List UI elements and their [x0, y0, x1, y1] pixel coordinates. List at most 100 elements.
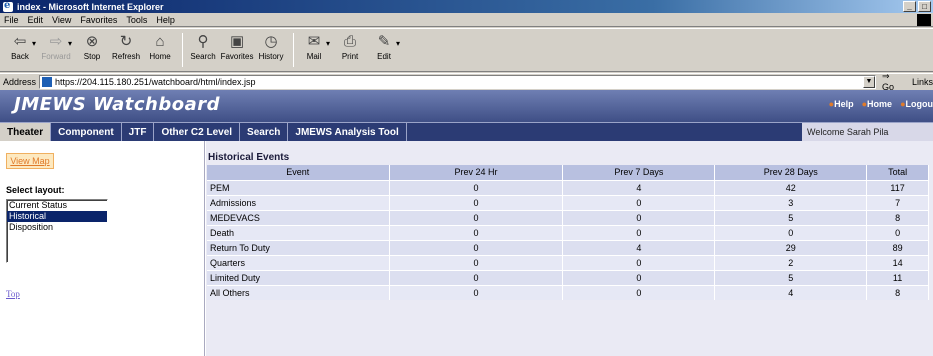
column-header: Prev 24 Hr: [389, 165, 564, 180]
table-cell: Limited Duty: [207, 269, 390, 285]
table-row: MEDEVACS 0 0 5 8: [207, 209, 929, 225]
table-cell: 0: [389, 179, 564, 195]
address-dropdown-icon[interactable]: ▼: [863, 75, 875, 88]
print-button[interactable]: ⎙ Print: [334, 33, 366, 61]
app-banner: JMEWS Watchboard Help Home Logou: [0, 90, 933, 122]
page-content: JMEWS Watchboard Help Home Logou Theater…: [0, 90, 933, 356]
table-row: Return To Duty 0 4 29 89: [207, 239, 929, 255]
home-button[interactable]: ⌂ Home: [144, 33, 176, 61]
mail-dropdown-icon[interactable]: ▾: [326, 39, 330, 48]
home-link[interactable]: Home: [862, 99, 892, 109]
window-title-bar: index - Microsoft Internet Explorer _ □: [0, 0, 933, 13]
welcome-message: Welcome Sarah Pila: [802, 123, 933, 141]
column-header: Total: [866, 165, 929, 180]
address-input[interactable]: https://204.115.180.251/watchboard/html/…: [39, 74, 876, 89]
table-cell: 5: [714, 209, 868, 225]
browser-toolbar: ⇦ Back ▾ ⇨ Forward ▾ ⊗ Stop ↻ Refresh ⌂ …: [0, 28, 933, 72]
table-cell: Quarters: [207, 254, 390, 270]
forward-dropdown-icon[interactable]: ▾: [68, 39, 72, 48]
sidebar: View Map Select layout: Current Status H…: [0, 141, 205, 356]
table-row: All Others 0 0 4 8: [207, 284, 929, 300]
menu-tools[interactable]: Tools: [126, 15, 147, 25]
history-button[interactable]: ◷ History: [255, 33, 287, 61]
table-cell: 3: [714, 194, 868, 210]
address-url: https://204.115.180.251/watchboard/html/…: [55, 76, 256, 87]
menu-edit[interactable]: Edit: [28, 15, 44, 25]
column-header: Prev 7 Days: [562, 165, 716, 180]
app-brand: JMEWS Watchboard: [14, 94, 221, 115]
links-button[interactable]: Links: [912, 77, 933, 87]
column-header: Prev 28 Days: [714, 165, 868, 180]
layout-option-disposition[interactable]: Disposition: [7, 222, 107, 233]
table-cell: Admissions: [207, 194, 390, 210]
home-icon: ⌂: [155, 33, 165, 50]
history-icon: ◷: [264, 33, 278, 50]
table-row: PEM 0 4 42 117: [207, 179, 929, 195]
logout-link[interactable]: Logou: [900, 99, 933, 109]
help-link[interactable]: Help: [829, 99, 854, 109]
menu-file[interactable]: File: [4, 15, 19, 25]
table-cell: 0: [562, 284, 716, 300]
table-cell: 0: [562, 254, 716, 270]
select-layout-label: Select layout:: [6, 185, 65, 195]
menu-bar: File Edit View Favorites Tools Help: [0, 13, 933, 27]
table-cell: 4: [562, 179, 716, 195]
tab-jtf[interactable]: JTF: [122, 123, 155, 141]
go-button[interactable]: ⇒ Go: [882, 71, 904, 92]
tab-theater[interactable]: Theater: [0, 123, 52, 141]
menu-view[interactable]: View: [52, 15, 71, 25]
table-cell: 4: [562, 239, 716, 255]
top-link[interactable]: Top: [6, 289, 20, 299]
table-cell: 0: [562, 209, 716, 225]
table-cell: 0: [389, 239, 564, 255]
main-area: View Map Select layout: Current Status H…: [0, 141, 933, 356]
ie-throbber-icon: [917, 14, 931, 26]
tab-search[interactable]: Search: [240, 123, 289, 141]
table-row: Quarters 0 0 2 14: [207, 254, 929, 270]
table-cell: 5: [714, 269, 868, 285]
table-cell: 14: [866, 254, 929, 270]
table-cell: 8: [866, 209, 929, 225]
address-label: Address: [3, 76, 37, 87]
table-cell: 0: [562, 224, 716, 240]
layout-option-current-status[interactable]: Current Status: [7, 200, 107, 211]
window-title: index - Microsoft Internet Explorer: [17, 1, 164, 12]
layout-listbox[interactable]: Current Status Historical Disposition: [6, 199, 108, 263]
tab-other-c2-level[interactable]: Other C2 Level: [154, 123, 241, 141]
view-map-link[interactable]: View Map: [6, 153, 54, 169]
minimize-button[interactable]: _: [903, 1, 916, 12]
tab-jmews-analysis-tool[interactable]: JMEWS Analysis Tool: [288, 123, 407, 141]
page-icon: [42, 76, 53, 87]
forward-arrow-icon: ⇨: [49, 33, 63, 50]
layout-option-historical[interactable]: Historical: [7, 211, 107, 222]
table-cell: 8: [866, 284, 929, 300]
table-cell: 0: [389, 254, 564, 270]
table-cell: 0: [389, 194, 564, 210]
table-cell: All Others: [207, 284, 390, 300]
menu-help[interactable]: Help: [156, 15, 175, 25]
favorites-button[interactable]: ▣ Favorites: [221, 33, 254, 61]
table-cell: 42: [714, 179, 868, 195]
back-dropdown-icon[interactable]: ▾: [32, 39, 36, 48]
refresh-button[interactable]: ↻ Refresh: [110, 33, 142, 61]
table-cell: PEM: [207, 179, 390, 195]
table-cell: Death: [207, 224, 390, 240]
table-cell: Return To Duty: [207, 239, 390, 255]
toolbar-separator: [293, 33, 295, 67]
table-cell: 29: [714, 239, 868, 255]
edit-icon: ✎: [377, 33, 391, 50]
table-cell: 0: [562, 194, 716, 210]
edit-dropdown-icon[interactable]: ▾: [396, 39, 400, 48]
search-button[interactable]: ⚲ Search: [187, 33, 219, 61]
mail-icon: ✉: [307, 33, 321, 50]
refresh-icon: ↻: [119, 33, 133, 50]
table-row: Admissions 0 0 3 7: [207, 194, 929, 210]
back-arrow-icon: ⇦: [13, 33, 27, 50]
tab-component[interactable]: Component: [51, 123, 122, 141]
table-cell: 117: [866, 179, 929, 195]
table-cell: 7: [866, 194, 929, 210]
maximize-button[interactable]: □: [918, 1, 931, 12]
menu-favorites[interactable]: Favorites: [80, 15, 117, 25]
table-cell: 0: [389, 224, 564, 240]
stop-button[interactable]: ⊗ Stop: [76, 33, 108, 61]
